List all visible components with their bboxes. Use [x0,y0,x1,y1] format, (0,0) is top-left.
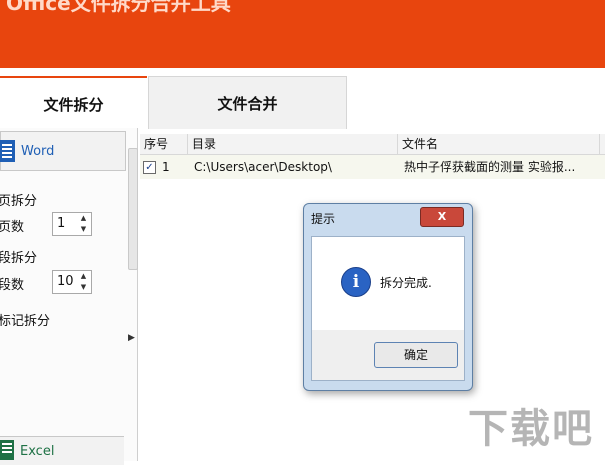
spin-up-icon[interactable]: ▲ [79,214,88,223]
word-icon [0,140,15,162]
word-label: Word [21,143,55,159]
paragraph-count-value: 10 [57,274,74,289]
excel-label: Excel [20,443,55,459]
dialog-footer: 确定 [311,330,465,381]
page-count-stepper[interactable]: 1 ▲ ▼ [52,212,92,236]
row-directory: C:\Users\acer\Desktop\ [194,160,332,174]
ok-button[interactable]: 确定 [374,342,458,368]
page-count-value: 1 [57,216,66,231]
spin-down-icon[interactable]: ▼ [79,283,88,292]
mark-split-option[interactable]: 标记拆分 [0,310,50,329]
spin-up-icon[interactable]: ▲ [79,272,88,281]
column-header-directory[interactable]: 目录 [188,134,398,154]
spin-down-icon[interactable]: ▼ [79,225,88,234]
row-checkbox[interactable]: ✓ [143,161,156,174]
header-banner: Office文件拆分合并工具 [0,0,605,68]
tab-file-split[interactable]: 文件拆分 [0,76,147,130]
dialog-title: 提示 [311,212,336,226]
page-split-option[interactable]: 页拆分 [0,190,37,209]
app-title: Office文件拆分合并工具 [6,0,231,15]
dialog-body: i 拆分完成. [311,236,465,331]
row-index: 1 [162,160,170,174]
chevron-right-icon[interactable]: ▶ [128,333,135,343]
row-filename: 热中子俘获截面的测量 实验报... [404,160,576,174]
excel-icon [0,439,14,463]
tab-bar: 文件拆分 文件合并 [0,68,605,130]
dialog-message: 拆分完成. [380,276,432,290]
column-header-index[interactable]: 序号 [140,134,188,154]
table-row[interactable]: ✓ 1 C:\Users\acer\Desktop\ 热中子俘获截面的测量 实验… [140,155,605,179]
paragraph-split-option[interactable]: 段拆分 [0,247,37,266]
info-icon: i [341,267,371,297]
word-button[interactable]: Word [0,131,126,171]
paragraph-count-stepper[interactable]: 10 ▲ ▼ [52,270,92,294]
close-icon[interactable]: X [420,207,464,227]
split-options-panel: Word 页拆分 页数 1 ▲ ▼ 段拆分 段数 10 ▲ ▼ 标记拆分 Exc… [0,128,138,465]
watermark: 下载吧 [468,406,594,452]
column-header-filename[interactable]: 文件名 [398,134,600,154]
paragraph-count-label: 段数 [0,278,25,293]
table-header: 序号 目录 文件名 [140,134,605,155]
message-dialog: 提示 X i 拆分完成. 确定 [303,203,473,391]
page-count-label: 页数 [0,220,25,235]
left-scrollbar[interactable] [128,148,138,270]
tab-file-merge[interactable]: 文件合并 [148,76,347,129]
